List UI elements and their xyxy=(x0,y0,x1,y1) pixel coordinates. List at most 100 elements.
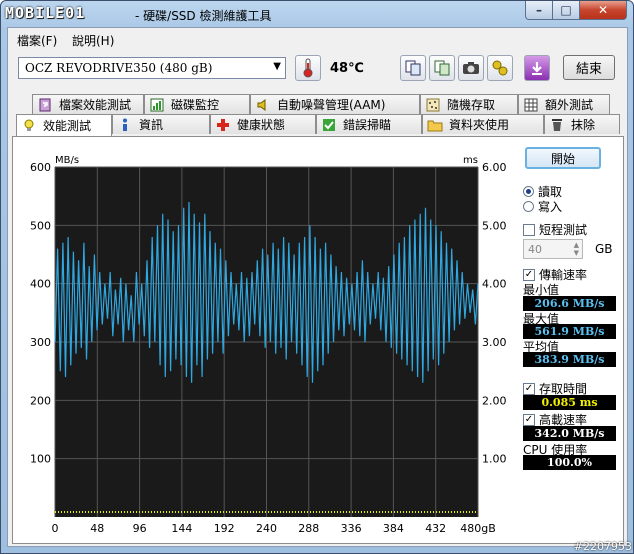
tab-row-back: 檔案效能測試 磁碟監控 自動噪聲管理(AAM) 隨機存取 額外測試 xyxy=(12,94,624,114)
menu-file[interactable]: 檔案(F) xyxy=(17,32,57,49)
control-sidebar: 開始 讀取 寫入 短程測試 40 ▲ ▼ GB ✓ 傳輸速率 最小值 206.6… xyxy=(519,137,623,541)
info-icon xyxy=(117,118,133,132)
avg-value: 383.9 MB/s xyxy=(523,352,616,367)
camera-icon xyxy=(463,62,479,74)
client-area: 檔案(F) 說明(H) OCZ REVODRIVE350 (480 gB) ▼ … xyxy=(7,27,628,547)
temperature-value: 48℃ xyxy=(330,61,364,76)
benchmark-chart: 600 500 400 300 200 100 6.00 5.00 4.00 3.00 2.00 1.… xyxy=(30,155,507,535)
tab-erase[interactable]: 抹除 xyxy=(544,114,620,134)
window-title: - 硬碟/SSD 檢測維護工具 xyxy=(135,9,272,23)
check-icon: ✓ xyxy=(523,268,535,281)
stepper-arrows-icon: ▲ ▼ xyxy=(573,241,579,257)
radio-selected-icon xyxy=(523,186,534,197)
thermometer-icon xyxy=(303,58,313,78)
tools-icon xyxy=(492,60,508,76)
download-arrow-icon xyxy=(532,62,542,75)
y2-tick-label: 5.00 xyxy=(482,219,507,232)
tab-extra-tests[interactable]: 額外測試 xyxy=(518,94,610,114)
x-tick-label: 288 xyxy=(298,522,319,535)
tab-health[interactable]: 健康狀態 xyxy=(210,114,316,134)
check-icon: ✓ xyxy=(523,382,535,395)
tab-error-scan[interactable]: 錯誤掃瞄 xyxy=(316,114,422,134)
test-size-stepper[interactable]: 40 ▲ ▼ xyxy=(523,239,583,259)
copy-text-button[interactable] xyxy=(400,55,426,81)
toolbar: OCZ REVODRIVE350 (480 gB) ▼ 48℃ 結束 xyxy=(8,52,627,88)
write-radio[interactable]: 寫入 xyxy=(523,198,562,215)
y-tick-label: 200 xyxy=(30,394,51,407)
trash-icon xyxy=(549,118,565,132)
tab-random-access[interactable]: 隨機存取 xyxy=(420,94,518,114)
checkbox-empty-icon xyxy=(523,223,535,236)
folder-icon xyxy=(427,118,443,132)
x-tick-label: 48 xyxy=(90,522,104,535)
chevron-down-icon: ▼ xyxy=(273,61,281,72)
scan-check-icon xyxy=(321,118,337,132)
min-value: 206.6 MB/s xyxy=(523,296,616,311)
drive-select-value: OCZ REVODRIVE350 (480 gB) xyxy=(25,61,213,75)
start-button[interactable]: 開始 xyxy=(525,147,601,169)
copy-text-icon xyxy=(405,60,421,76)
y2-tick-label: 4.00 xyxy=(482,278,507,291)
max-value: 561.9 MB/s xyxy=(523,324,616,339)
copy-image-icon xyxy=(434,60,450,76)
copy-image-button[interactable] xyxy=(429,55,455,81)
check-icon: ✓ xyxy=(523,413,535,426)
burst-rate-value: 342.0 MB/s xyxy=(523,426,616,441)
cpu-usage-value: 100.0% xyxy=(523,455,616,470)
test-size-unit: GB xyxy=(595,242,613,256)
y2-tick-label: 2.00 xyxy=(482,394,507,407)
close-button[interactable]: ✕ xyxy=(579,1,627,20)
temperature-button[interactable] xyxy=(295,55,321,81)
bar-graph-icon xyxy=(149,98,165,112)
tab-disk-monitor[interactable]: 磁碟監控 xyxy=(144,94,250,114)
title-bar[interactable]: MOBILE01 - 硬碟/SSD 檢測維護工具 – □ ✕ xyxy=(1,1,633,27)
x-tick-label: 240 xyxy=(256,522,277,535)
menu-help[interactable]: 說明(H) xyxy=(72,32,114,49)
y-tick-label: 100 xyxy=(30,453,51,466)
watermark: #2207953 xyxy=(573,540,632,553)
app-logo: MOBILE01 xyxy=(5,4,86,22)
tab-info[interactable]: 資訊 xyxy=(112,114,210,134)
x-tick-label: 384 xyxy=(383,522,404,535)
tab-row-front: 效能測試 資訊 健康狀態 錯誤掃瞄 資料夾使用 抹除 xyxy=(12,114,624,136)
file-benchmark-icon xyxy=(37,98,53,112)
menu-bar: 檔案(F) 說明(H) xyxy=(8,28,627,50)
y-tick-label: 300 xyxy=(30,336,51,349)
speaker-icon xyxy=(255,98,271,112)
x-tick-label: 336 xyxy=(341,522,362,535)
save-button[interactable] xyxy=(524,55,550,81)
random-dots-icon xyxy=(425,98,441,112)
screenshot-button[interactable] xyxy=(458,55,484,81)
y2-axis-label: ms xyxy=(463,155,478,166)
y-tick-label: 500 xyxy=(30,219,51,232)
x-tick-label: 432 xyxy=(425,522,446,535)
maximize-button[interactable]: □ xyxy=(552,1,580,20)
y-tick-label: 400 xyxy=(30,278,51,291)
x-tick-label: 480gB xyxy=(460,522,496,535)
access-time-value: 0.085 ms xyxy=(523,395,616,410)
y-tick-label: 600 xyxy=(30,161,51,174)
minimize-button[interactable]: – xyxy=(525,1,553,20)
tab-folder-usage[interactable]: 資料夾使用 xyxy=(422,114,544,134)
exit-button[interactable]: 結束 xyxy=(563,55,615,80)
app-window: MOBILE01 - 硬碟/SSD 檢測維護工具 – □ ✕ 檔案(F) 說明(… xyxy=(0,0,634,554)
health-cross-icon xyxy=(215,118,231,132)
x-tick-label: 192 xyxy=(214,522,235,535)
tab-benchmark[interactable]: 效能測試 xyxy=(16,114,112,136)
tab-aam[interactable]: 自動噪聲管理(AAM) xyxy=(250,94,420,114)
drive-select[interactable]: OCZ REVODRIVE350 (480 gB) ▼ xyxy=(18,57,286,79)
options-button[interactable] xyxy=(487,55,513,81)
y-axis-label: MB/s xyxy=(55,155,79,166)
x-tick-label: 144 xyxy=(171,522,192,535)
lightbulb-icon xyxy=(21,119,37,133)
x-tick-label: 0 xyxy=(52,522,59,535)
y2-tick-label: 3.00 xyxy=(482,336,507,349)
short-test-checkbox[interactable]: 短程測試 xyxy=(523,221,587,238)
grid-icon xyxy=(523,98,539,112)
x-tick-label: 96 xyxy=(133,522,147,535)
benchmark-panel: 600 500 400 300 200 100 6.00 5.00 4.00 3.00 2.00 1.… xyxy=(12,136,624,544)
radio-empty-icon xyxy=(523,201,534,212)
y2-tick-label: 1.00 xyxy=(482,453,507,466)
y2-tick-label: 6.00 xyxy=(482,161,507,174)
tab-file-benchmark[interactable]: 檔案效能測試 xyxy=(32,94,144,114)
